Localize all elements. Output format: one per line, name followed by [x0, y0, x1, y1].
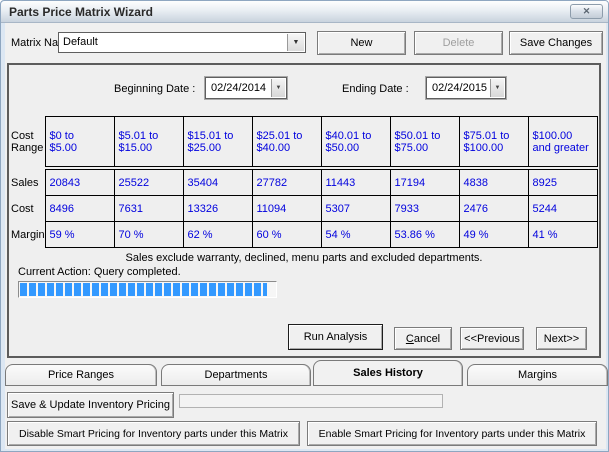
margin-cell: 54 % — [321, 222, 390, 248]
tab-departments[interactable]: Departments — [161, 364, 311, 386]
sales-cell: 25522 — [114, 170, 183, 196]
margin-cell: 60 % — [252, 222, 321, 248]
sales-cell: 11443 — [321, 170, 390, 196]
dialog-client-area: Matrix Name: Default ▼ New Delete Save C… — [5, 23, 606, 449]
update-progress-bar — [179, 394, 443, 408]
cost-cell: 5244 — [528, 196, 597, 222]
delete-button: Delete — [414, 31, 503, 55]
margin-cell: 62 % — [183, 222, 252, 248]
sales-cell: 35404 — [183, 170, 252, 196]
query-progress-bar — [18, 281, 277, 298]
table-row: Margin 59 % 70 % 62 % 60 % 54 % 53.86 % … — [9, 222, 597, 248]
cost-cell: 2476 — [459, 196, 528, 222]
parts-price-matrix-wizard-window: Parts Price Matrix Wizard ✕ Matrix Name:… — [0, 0, 609, 452]
exclusions-note: Sales exclude warranty, declined, menu p… — [9, 252, 599, 264]
ending-date-label: Ending Date : — [342, 83, 409, 95]
sales-history-panel: Beginning Date : 02/24/2014 ▼ Ending Dat… — [7, 63, 601, 358]
row-label-margin: Margin — [9, 222, 45, 248]
table-row: Sales 20843 25522 35404 27782 11443 1719… — [9, 170, 597, 196]
row-label-sales: Sales — [9, 170, 45, 196]
margin-cell: 53.86 % — [390, 222, 459, 248]
range-header-cell: $0 to $5.00 — [45, 117, 114, 167]
cost-cell: 8496 — [45, 196, 114, 222]
ending-date-value: 02/24/2015 — [432, 82, 487, 94]
next-button[interactable]: Next>> — [536, 327, 587, 350]
previous-button[interactable]: <<Previous — [460, 327, 524, 350]
matrix-name-value: Default — [63, 36, 98, 48]
sales-cell: 27782 — [252, 170, 321, 196]
enable-smart-pricing-button[interactable]: Enable Smart Pricing for Inventory parts… — [307, 421, 597, 446]
beginning-date-label: Beginning Date : — [114, 83, 195, 95]
range-header-cell: $40.01 to $50.00 — [321, 117, 390, 167]
table-row: Cost 8496 7631 13326 11094 5307 7933 247… — [9, 196, 597, 222]
run-analysis-button[interactable]: Run Analysis — [288, 324, 383, 350]
progress-fill — [20, 283, 267, 296]
tab-margins[interactable]: Margins — [467, 364, 608, 386]
range-header-cell: $50.01 to $75.00 — [390, 117, 459, 167]
range-header-cell: $100.00 and greater — [528, 117, 597, 167]
chevron-down-icon[interactable]: ▼ — [490, 79, 504, 97]
title-bar: Parts Price Matrix Wizard ✕ — [1, 1, 609, 23]
margin-cell: 41 % — [528, 222, 597, 248]
cost-cell: 11094 — [252, 196, 321, 222]
sales-cell: 17194 — [390, 170, 459, 196]
range-header-cell: $15.01 to $25.00 — [183, 117, 252, 167]
cancel-button[interactable]: Cancel — [394, 327, 452, 350]
disable-smart-pricing-button[interactable]: Disable Smart Pricing for Inventory part… — [7, 421, 300, 446]
cost-cell: 5307 — [321, 196, 390, 222]
close-icon: ✕ — [583, 6, 591, 16]
new-button[interactable]: New — [317, 31, 406, 55]
save-changes-button[interactable]: Save Changes — [509, 31, 603, 55]
beginning-date-picker[interactable]: 02/24/2014 ▼ — [205, 77, 287, 99]
cost-cell: 7631 — [114, 196, 183, 222]
margin-cell: 70 % — [114, 222, 183, 248]
range-header-cell: $75.01 to $100.00 — [459, 117, 528, 167]
cost-range-matrix: Cost Range $0 to $5.00 $5.01 to $15.00 $… — [9, 116, 597, 248]
sales-cell: 20843 — [45, 170, 114, 196]
cost-cell: 13326 — [183, 196, 252, 222]
tab-price-ranges[interactable]: Price Ranges — [5, 364, 157, 386]
save-update-inventory-pricing-button[interactable]: Save & Update Inventory Pricing — [7, 392, 174, 418]
tab-sales-history[interactable]: Sales History — [313, 360, 463, 386]
matrix-name-combobox[interactable]: Default ▼ — [58, 32, 306, 53]
beginning-date-value: 02/24/2014 — [211, 82, 266, 94]
row-label-cost-range: Cost Range — [9, 117, 45, 167]
sales-cell: 4838 — [459, 170, 528, 196]
chevron-down-icon[interactable]: ▼ — [271, 79, 285, 97]
ending-date-picker[interactable]: 02/24/2015 ▼ — [426, 77, 506, 99]
chevron-down-icon[interactable]: ▼ — [287, 34, 304, 51]
sales-cell: 8925 — [528, 170, 597, 196]
margin-cell: 59 % — [45, 222, 114, 248]
cost-cell: 7933 — [390, 196, 459, 222]
close-button[interactable]: ✕ — [570, 4, 603, 19]
margin-cell: 49 % — [459, 222, 528, 248]
table-row: Cost Range $0 to $5.00 $5.01 to $15.00 $… — [9, 117, 597, 167]
current-action-status: Current Action: Query completed. — [18, 266, 181, 278]
range-header-cell: $25.01 to $40.00 — [252, 117, 321, 167]
row-label-cost: Cost — [9, 196, 45, 222]
window-title: Parts Price Matrix Wizard — [9, 5, 153, 19]
range-header-cell: $5.01 to $15.00 — [114, 117, 183, 167]
